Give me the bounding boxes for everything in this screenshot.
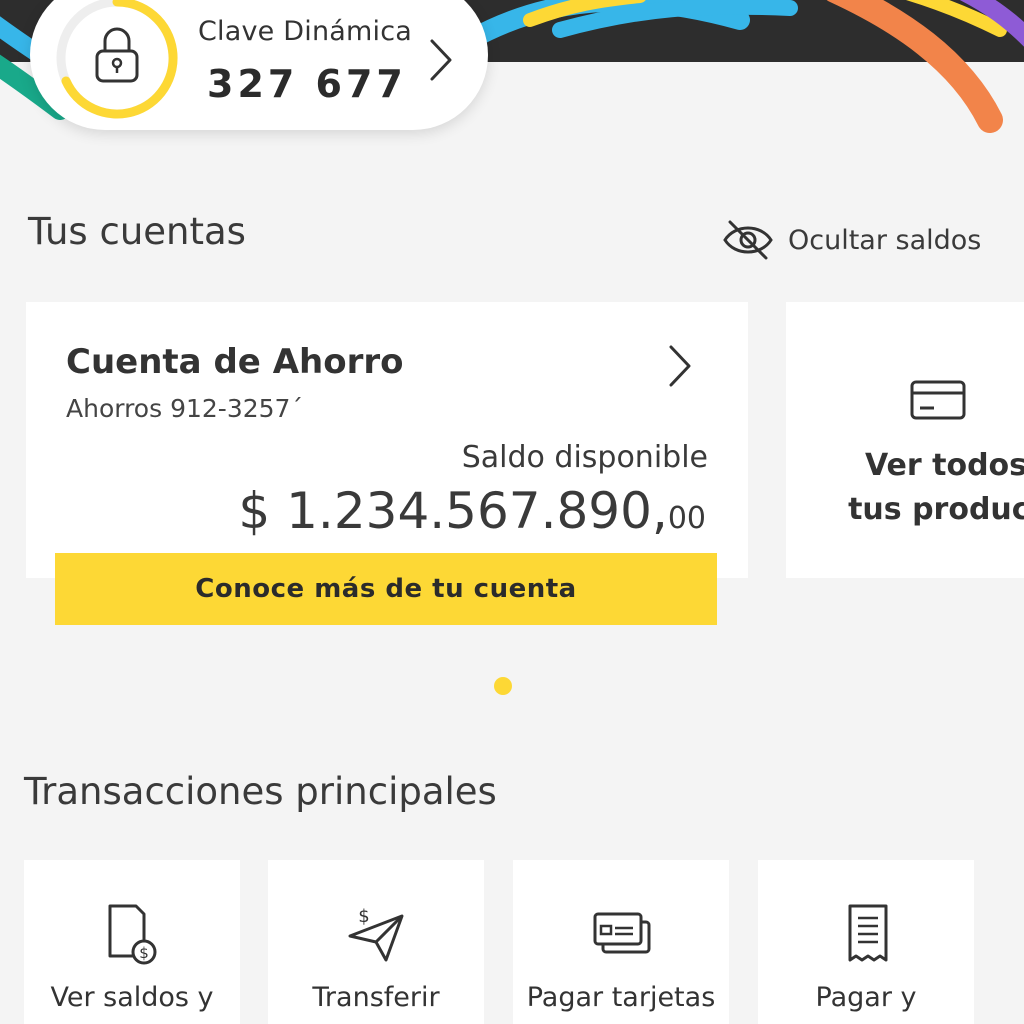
hide-balances-toggle[interactable]: Ocultar saldos — [722, 218, 981, 262]
accounts-section-title: Tus cuentas — [28, 210, 246, 253]
svg-text:$: $ — [358, 906, 369, 927]
tile-label: Pagar tarjetas — [526, 982, 716, 1013]
available-balance-amount: $ 1.234.567.890,00 — [238, 482, 706, 540]
account-name: Cuenta de Ahorro — [66, 342, 404, 382]
tile-label: Pagar y — [815, 982, 917, 1013]
tile-view-balances[interactable]: $ Ver saldos y — [24, 860, 240, 1024]
dynamic-key-label: Clave Dinámica — [198, 16, 413, 47]
tile-transfer[interactable]: $ Transferir — [268, 860, 484, 1024]
eye-off-icon — [723, 220, 773, 260]
view-all-products-card[interactable]: Ver todos tus product — [786, 302, 1024, 578]
document-balance-icon: $ — [108, 904, 157, 965]
tile-label: Transferir — [312, 982, 440, 1013]
banking-home-screen: Clave Dinámica 327 677 Tus cuentas Ocult… — [0, 0, 1024, 1024]
credit-cards-icon — [593, 912, 651, 954]
hide-balances-label: Ocultar saldos — [788, 224, 982, 256]
carousel-page-indicator — [494, 677, 512, 695]
balance-main: $ 1.234.567.890, — [238, 482, 668, 540]
credit-card-icon — [910, 380, 966, 420]
account-number: Ahorros 912-3257´ — [66, 394, 303, 423]
view-all-products-line2: tus product — [848, 492, 1024, 527]
lock-icon — [95, 27, 139, 83]
transfer-plane-icon: $ — [348, 906, 404, 962]
transactions-section-title: Transacciones principales — [24, 770, 497, 813]
tile-pay-cards[interactable]: Pagar tarjetas — [513, 860, 729, 1024]
view-all-products-label: Ver todos tus product — [816, 444, 1024, 532]
receipt-icon — [848, 904, 888, 962]
chevron-right-icon[interactable] — [666, 342, 694, 390]
balance-cents: 00 — [667, 501, 706, 536]
available-balance-label: Saldo disponible — [461, 440, 708, 475]
svg-text:$: $ — [139, 944, 149, 962]
learn-more-button[interactable]: Conoce más de tu cuenta — [55, 553, 717, 625]
tile-label: Ver saldos y — [50, 982, 214, 1013]
view-all-products-line1: Ver todos — [864, 448, 1024, 483]
savings-account-card[interactable]: Cuenta de Ahorro Ahorros 912-3257´ Saldo… — [26, 302, 748, 578]
dynamic-key-code: 327 677 — [207, 62, 407, 106]
chevron-right-icon[interactable] — [427, 36, 455, 84]
dynamic-key-card[interactable]: Clave Dinámica 327 677 — [30, 0, 488, 130]
tile-pay-bills[interactable]: Pagar y — [758, 860, 974, 1024]
